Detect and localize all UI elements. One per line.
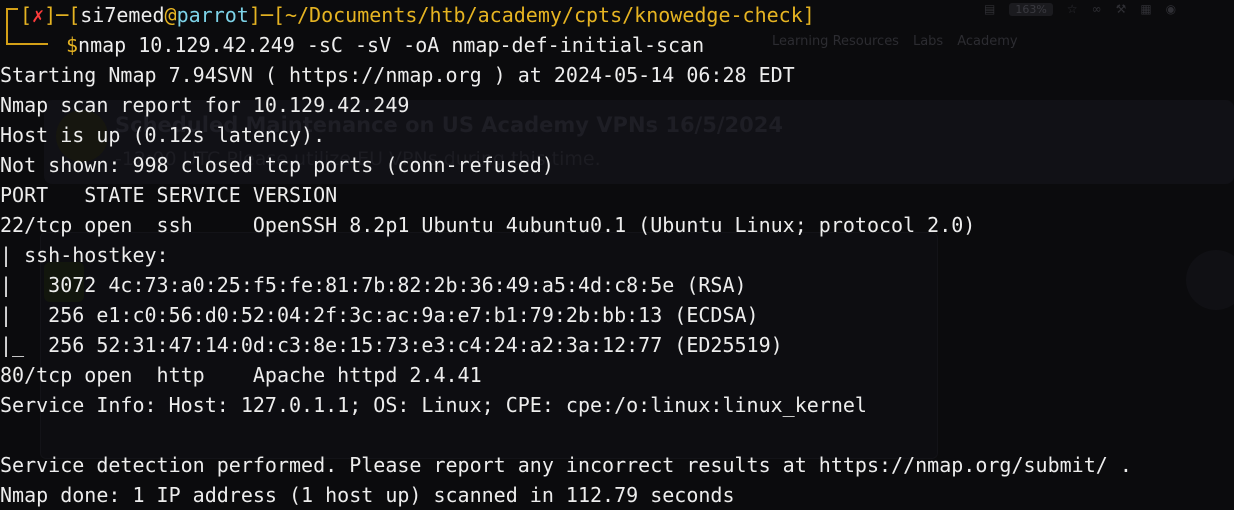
output-line: Service Info: Host: 127.0.1.1; OS: Linux…: [0, 393, 867, 417]
prompt-user: si7emed: [80, 3, 165, 27]
prompt-separator: ─: [260, 3, 273, 27]
prompt-host: parrot: [176, 3, 249, 27]
prompt-line: [✗]─[si7emed@parrot]─[~/Documents/htb/ac…: [20, 0, 815, 30]
output-line: Not shown: 998 closed tcp ports (conn-re…: [0, 153, 554, 177]
output-line: | ssh-hostkey:: [0, 243, 169, 267]
command-text[interactable]: nmap 10.129.42.249 -sC -sV -oA nmap-def-…: [78, 33, 704, 57]
output-line: | 256 e1:c0:56:d0:52:04:2f:3c:ac:9a:e7:b…: [0, 303, 759, 327]
prompt-frame-tail: [18, 43, 48, 45]
output-line: |_ 256 52:31:47:14:0d:c3:8e:15:73:e3:c4:…: [0, 333, 783, 357]
prompt-bracket: [: [20, 3, 33, 27]
output-line: Host is up (0.12s latency).: [0, 123, 326, 147]
output-line: 22/tcp open ssh OpenSSH 8.2p1 Ubuntu 4ub…: [0, 213, 976, 237]
prompt-bracket: [: [68, 3, 81, 27]
error-status-icon: ✗: [32, 3, 45, 27]
output-line: Service detection performed. Please repo…: [0, 453, 1132, 477]
prompt-dollar: $: [66, 33, 79, 57]
command-line[interactable]: $nmap 10.129.42.249 -sC -sV -oA nmap-def…: [66, 30, 704, 60]
output-line: PORT STATE SERVICE VERSION: [0, 183, 338, 207]
prompt-bracket: ]: [248, 3, 261, 27]
prompt-cwd: ~/Documents/htb/academy/cpts/knowedge-ch…: [284, 3, 803, 27]
prompt-bracket: ]: [802, 3, 815, 27]
output-line: Nmap done: 1 IP address (1 host up) scan…: [0, 483, 735, 507]
prompt-at: @: [164, 3, 177, 27]
output-line: 80/tcp open http Apache httpd 2.4.41: [0, 363, 482, 387]
output-line: Starting Nmap 7.94SVN ( https://nmap.org…: [0, 63, 795, 87]
prompt-separator: ─: [56, 3, 69, 27]
prompt-bracket: [: [272, 3, 285, 27]
prompt-bracket: ]: [44, 3, 57, 27]
prompt-frame-bracket: [6, 8, 18, 45]
output-line: Nmap scan report for 10.129.42.249: [0, 93, 410, 117]
output-line: | 3072 4c:73:a0:25:f5:fe:81:7b:82:2b:36:…: [0, 273, 747, 297]
terminal-window[interactable]: [✗]─[si7emed@parrot]─[~/Documents/htb/ac…: [0, 0, 1234, 510]
